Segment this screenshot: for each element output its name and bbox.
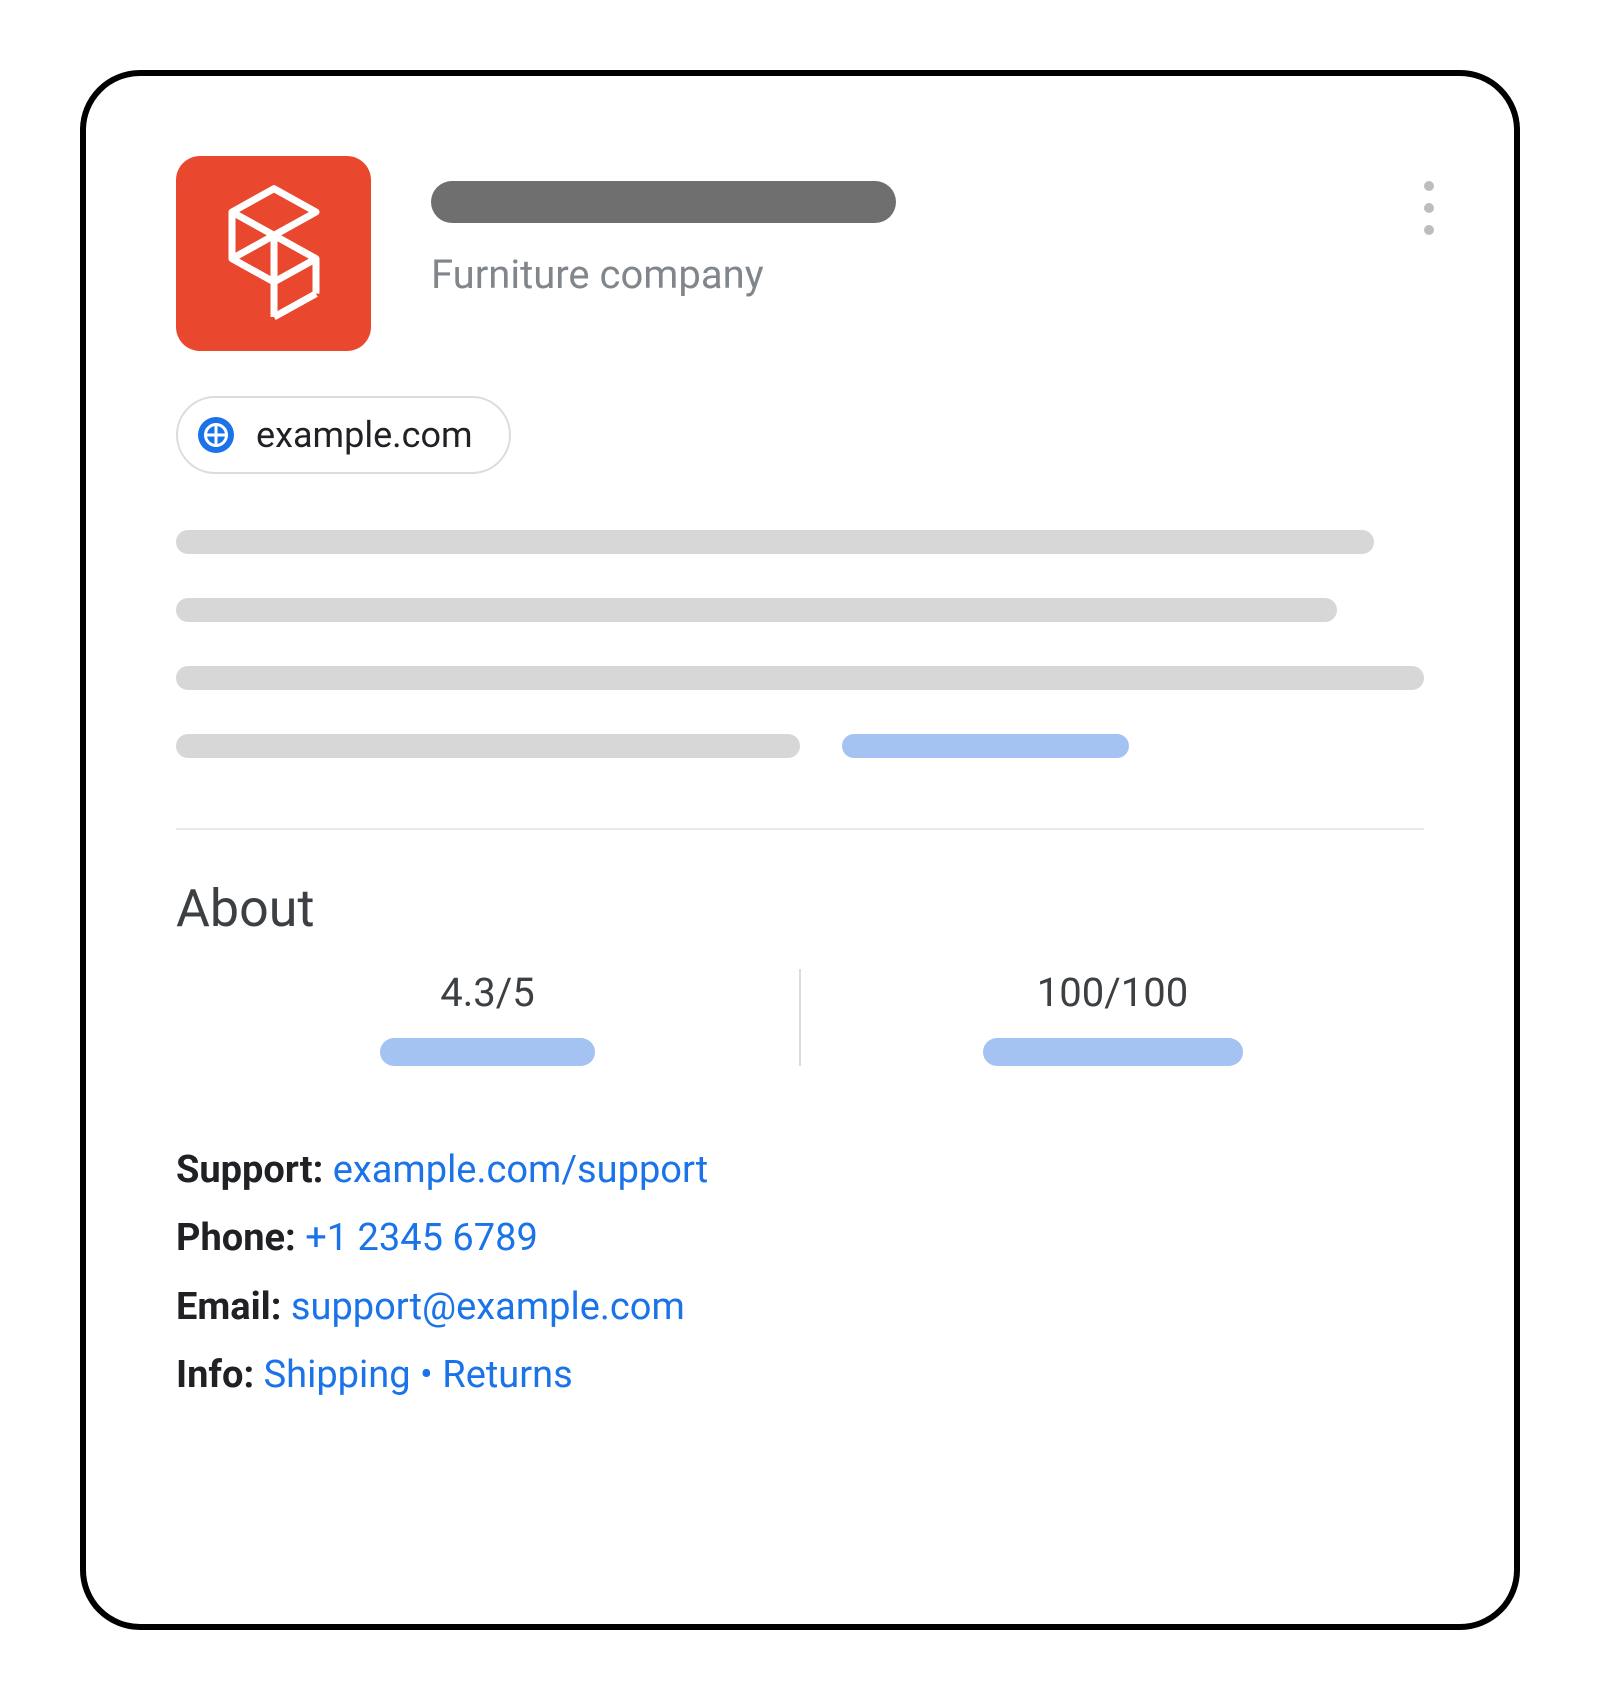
email-link[interactable]: support@example.com xyxy=(291,1285,685,1329)
email-label: Email: xyxy=(176,1285,281,1329)
about-heading: About xyxy=(176,878,1424,939)
trust-label-placeholder xyxy=(983,1038,1243,1066)
more-options-button[interactable] xyxy=(1424,181,1434,235)
website-text: example.com xyxy=(256,414,473,456)
rating-value: 4.3/5 xyxy=(440,969,535,1016)
company-logo xyxy=(176,156,371,351)
trust-score: 100/100 xyxy=(801,969,1424,1066)
description-link-placeholder[interactable] xyxy=(842,734,1129,758)
shipping-link[interactable]: Shipping xyxy=(264,1353,411,1397)
phone-label: Phone: xyxy=(176,1216,296,1260)
globe-icon xyxy=(198,417,234,453)
phone-row: Phone: +1 2345 6789 xyxy=(176,1204,1424,1272)
info-separator: • xyxy=(420,1353,433,1397)
info-label: Info: xyxy=(176,1353,254,1397)
contact-block: Support: example.com/support Phone: +1 2… xyxy=(176,1136,1424,1410)
company-category: Furniture company xyxy=(431,251,896,298)
scores-row: 4.3/5 100/100 xyxy=(176,969,1424,1066)
divider xyxy=(176,828,1424,830)
returns-link[interactable]: Returns xyxy=(442,1353,572,1397)
support-link[interactable]: example.com/support xyxy=(333,1148,708,1192)
trust-value: 100/100 xyxy=(1037,969,1188,1016)
panel-header: Furniture company xyxy=(176,156,1424,351)
phone-link[interactable]: +1 2345 6789 xyxy=(305,1216,538,1260)
support-row: Support: example.com/support xyxy=(176,1136,1424,1204)
knowledge-panel-card: Furniture company example.com About 4.3/… xyxy=(80,70,1520,1630)
support-label: Support: xyxy=(176,1148,323,1192)
company-title-placeholder xyxy=(431,181,896,223)
info-row: Info: Shipping • Returns xyxy=(176,1341,1424,1409)
chair-icon xyxy=(214,184,334,324)
rating-score: 4.3/5 xyxy=(176,969,799,1066)
website-chip[interactable]: example.com xyxy=(176,396,511,474)
description-placeholder xyxy=(176,530,1424,758)
rating-label-placeholder xyxy=(380,1038,595,1066)
email-row: Email: support@example.com xyxy=(176,1273,1424,1341)
